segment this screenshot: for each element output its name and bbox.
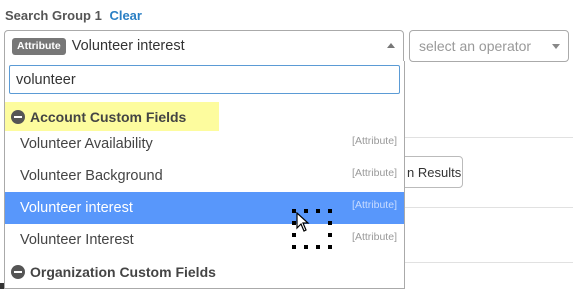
operator-placeholder: select an operator xyxy=(419,38,532,54)
caret-up-icon[interactable] xyxy=(387,43,395,48)
option-label: Volunteer Availability xyxy=(20,136,153,152)
group-label-text: Organization Custom Fields xyxy=(30,263,216,280)
option-label: Volunteer interest xyxy=(20,200,133,216)
divider xyxy=(400,137,573,138)
minus-circle-icon xyxy=(11,109,25,124)
option-type-tag: [Attribute] xyxy=(352,135,397,147)
group-label-text: Account Custom Fields xyxy=(30,108,187,125)
attribute-select[interactable]: Attribute Volunteer interest xyxy=(4,30,404,62)
option-type-tag: [Attribute] xyxy=(352,199,397,211)
minus-circle-icon xyxy=(11,264,25,279)
option-volunteer-background[interactable]: Volunteer Background [Attribute] xyxy=(5,160,404,192)
group-label-organization-custom-fields[interactable]: Organization Custom Fields xyxy=(5,257,216,286)
dropdown-search-input[interactable] xyxy=(9,65,400,94)
group-label-account-custom-fields[interactable]: Account Custom Fields xyxy=(5,102,219,131)
option-type-tag: [Attribute] xyxy=(352,167,397,179)
divider xyxy=(400,262,573,263)
search-group-title: Search Group 1 xyxy=(5,8,102,23)
divider xyxy=(400,207,573,208)
option-volunteer-availability[interactable]: Volunteer Availability [Attribute] xyxy=(5,128,404,160)
operator-select[interactable]: select an operator xyxy=(409,30,569,62)
search-group-panel: Search Group 1 Clear Attribute Volunteer… xyxy=(0,0,573,289)
clear-link[interactable]: Clear xyxy=(109,8,142,23)
cursor-icon xyxy=(296,212,310,232)
option-label: Volunteer Background xyxy=(20,168,163,184)
search-group-header: Search Group 1 Clear xyxy=(5,8,142,23)
attribute-selected-value: Volunteer interest xyxy=(71,38,185,54)
option-volunteer-interest-highlighted[interactable]: Volunteer interest [Attribute] xyxy=(5,192,404,224)
edge-marker xyxy=(0,283,4,289)
option-type-tag: [Attribute] xyxy=(352,231,397,243)
option-label: Volunteer Interest xyxy=(20,232,134,248)
attribute-badge: Attribute xyxy=(12,37,66,55)
caret-down-icon[interactable] xyxy=(552,44,560,49)
option-volunteer-interest[interactable]: Volunteer Interest [Attribute] xyxy=(5,224,404,256)
attribute-dropdown: Account Custom Fields Volunteer Availabi… xyxy=(4,61,405,289)
search-results-button-label: n Results xyxy=(407,164,462,180)
